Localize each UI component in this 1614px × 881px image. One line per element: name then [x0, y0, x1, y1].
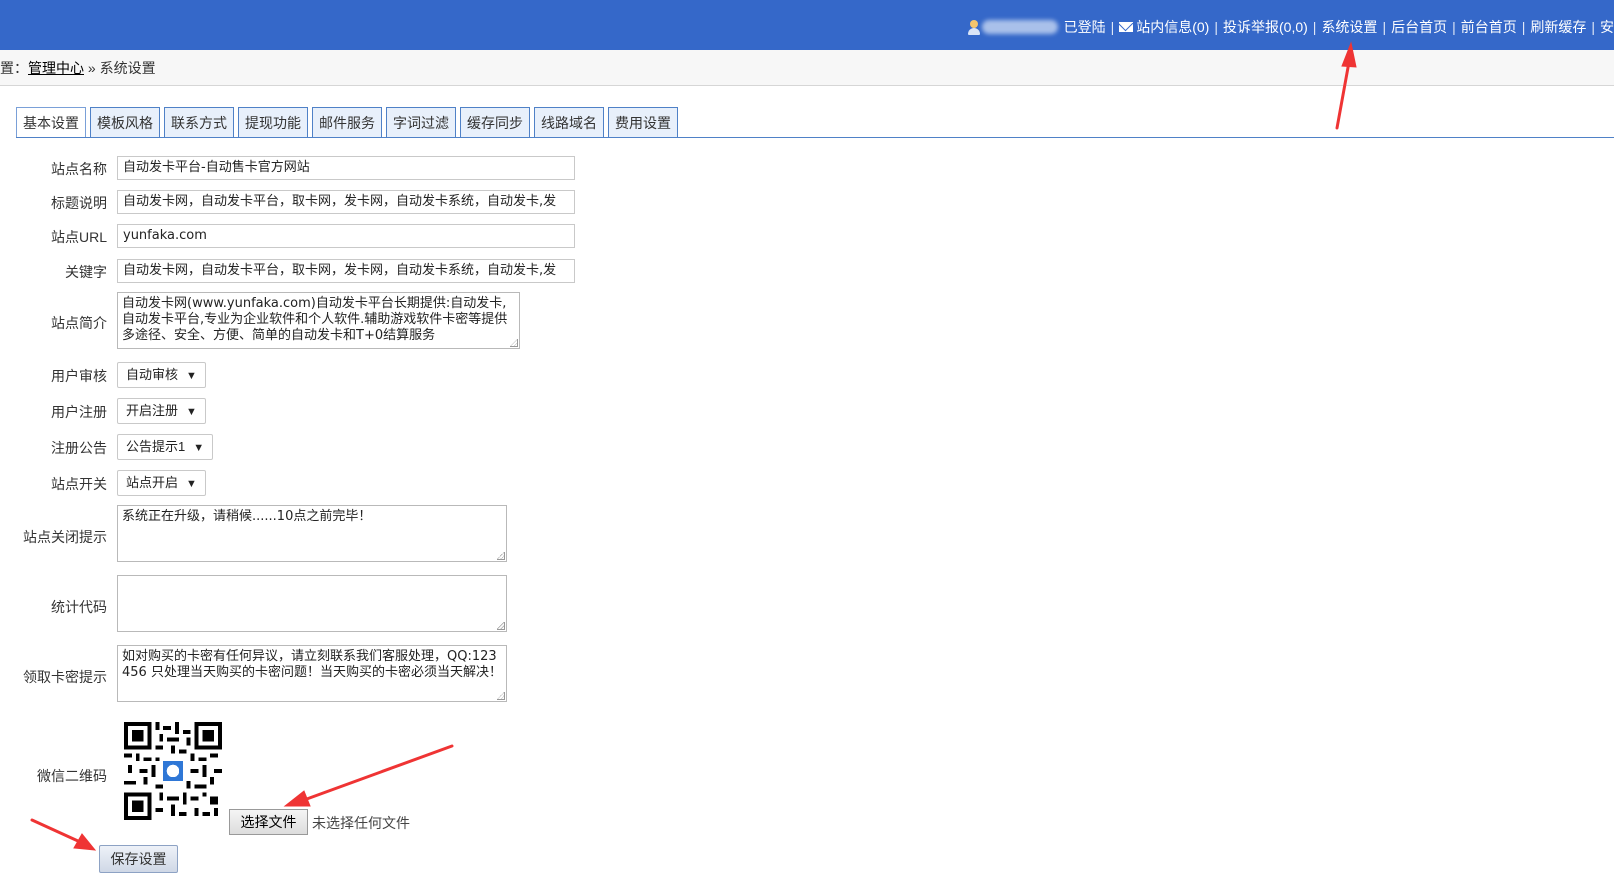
chevron-down-icon: ▼: [186, 478, 197, 490]
user-review-label: 用户审核: [51, 368, 107, 384]
site-intro-text: 自动发卡网(www.yunfaka.com)自动发卡平台长期提供:自动发卡,自动…: [122, 296, 508, 343]
title-desc-label: 标题说明: [51, 195, 107, 211]
reports-link[interactable]: 投诉举报(0,0): [1223, 17, 1308, 37]
user-register-value: 开启注册: [126, 403, 179, 418]
breadcrumb-current: 系统设置: [99, 60, 156, 76]
site-url-label: 站点URL: [50, 229, 107, 245]
register-notice-value: 公告提示1: [126, 439, 186, 454]
tab-basic[interactable]: 基本设置: [16, 107, 86, 137]
breadcrumb-separator: »: [87, 60, 96, 76]
wechat-qr-label: 微信二维码: [37, 768, 107, 784]
arrowhead-icon: [73, 833, 97, 851]
choose-file-button[interactable]: 选择文件: [229, 809, 308, 835]
card-tip-text: 如对购买的卡密有任何异议，请立刻联系我们客服处理，QQ:123456 只处理当天…: [122, 649, 502, 680]
resize-grip[interactable]: [497, 692, 505, 700]
front-home-link[interactable]: 前台首页: [1461, 17, 1517, 37]
stats-code-textarea[interactable]: [117, 575, 507, 632]
register-notice-label: 注册公告: [51, 440, 107, 456]
site-name-label: 站点名称: [51, 161, 107, 177]
arrowhead-icon: [283, 790, 311, 807]
breadcrumb: 置：管理中心 » 系统设置: [0, 50, 1614, 86]
file-status-text: 未选择任何文件: [312, 815, 410, 831]
breadcrumb-home-link[interactable]: 管理中心: [28, 60, 84, 76]
truncated-link[interactable]: 安: [1600, 17, 1614, 37]
tab-mail[interactable]: 邮件服务: [312, 107, 382, 137]
card-tip-label: 领取卡密提示: [23, 669, 107, 685]
register-notice-select[interactable]: 公告提示1 ▼: [117, 434, 214, 460]
keywords-input[interactable]: 自动发卡网，自动发卡平台，取卡网，发卡网，自动发卡系统，自动发卡,发: [117, 259, 575, 283]
username-blurred: [981, 20, 1058, 34]
tab-fee[interactable]: 费用设置: [608, 107, 678, 137]
breadcrumb-prefix: 置：: [0, 60, 28, 76]
card-tip-textarea[interactable]: 如对购买的卡密有任何异议，请立刻联系我们客服处理，QQ:123456 只处理当天…: [117, 645, 507, 702]
site-name-input[interactable]: 自动发卡平台-自动售卡官方网站: [117, 156, 575, 180]
tab-word-filter[interactable]: 字词过滤: [386, 107, 456, 137]
tab-withdraw[interactable]: 提现功能: [238, 107, 308, 137]
tab-cache-sync[interactable]: 缓存同步: [460, 107, 530, 137]
close-tip-text: 系统正在升级，请稍候......10点之前完毕！: [122, 509, 372, 524]
keywords-label: 关键字: [65, 264, 107, 280]
site-switch-value: 站点开启: [126, 475, 179, 490]
arrow-to-file-button: [302, 744, 454, 802]
stats-code-label: 统计代码: [51, 599, 107, 615]
site-intro-label: 站点简介: [51, 315, 107, 331]
system-settings-link[interactable]: 系统设置: [1321, 17, 1377, 37]
title-desc-input[interactable]: 自动发卡网，自动发卡平台，取卡网，发卡网，自动发卡系统，自动发卡,发: [117, 190, 575, 214]
save-settings-button[interactable]: 保存设置: [99, 845, 178, 873]
refresh-cache-link[interactable]: 刷新缓存: [1530, 17, 1586, 37]
mail-icon: [1119, 22, 1134, 32]
site-url-input[interactable]: yunfaka.com: [117, 224, 575, 248]
user-icon: [967, 19, 980, 35]
messages-link[interactable]: 站内信息(0): [1136, 17, 1209, 37]
top-bar: 已登陆 | 站内信息(0) | 投诉举报(0,0) | 系统设置 | 后台首页 …: [0, 0, 1614, 50]
admin-home-link[interactable]: 后台首页: [1391, 17, 1447, 37]
close-tip-label: 站点关闭提示: [23, 529, 107, 545]
user-review-value: 自动审核: [126, 367, 179, 382]
chevron-down-icon: ▼: [186, 370, 197, 382]
site-intro-textarea[interactable]: 自动发卡网(www.yunfaka.com)自动发卡平台长期提供:自动发卡,自动…: [117, 292, 520, 349]
chevron-down-icon: ▼: [193, 442, 205, 454]
tab-domain[interactable]: 线路域名: [534, 107, 604, 137]
tab-underline: [16, 137, 1614, 138]
user-review-select[interactable]: 自动审核 ▼: [117, 362, 206, 388]
tab-contact[interactable]: 联系方式: [164, 107, 234, 137]
resize-grip[interactable]: [497, 552, 505, 560]
settings-tabs: 基本设置 模板风格 联系方式 提现功能 邮件服务 字词过滤 缓存同步 线路域名 …: [16, 107, 678, 137]
close-tip-textarea[interactable]: 系统正在升级，请稍候......10点之前完毕！: [117, 505, 507, 562]
resize-grip[interactable]: [510, 339, 518, 347]
wechat-qr-image: [124, 722, 222, 820]
site-switch-select[interactable]: 站点开启 ▼: [117, 470, 206, 496]
login-status: 已登陆: [1063, 19, 1106, 35]
site-switch-label: 站点开关: [51, 476, 107, 492]
chevron-down-icon: ▼: [186, 406, 197, 418]
user-register-select[interactable]: 开启注册 ▼: [117, 398, 206, 424]
user-register-label: 用户注册: [51, 404, 107, 420]
top-nav: 已登陆 | 站内信息(0) | 投诉举报(0,0) | 系统设置 | 后台首页 …: [967, 17, 1614, 37]
arrow-to-save-button: [30, 818, 80, 843]
tab-template[interactable]: 模板风格: [90, 107, 160, 137]
resize-grip[interactable]: [497, 622, 505, 630]
